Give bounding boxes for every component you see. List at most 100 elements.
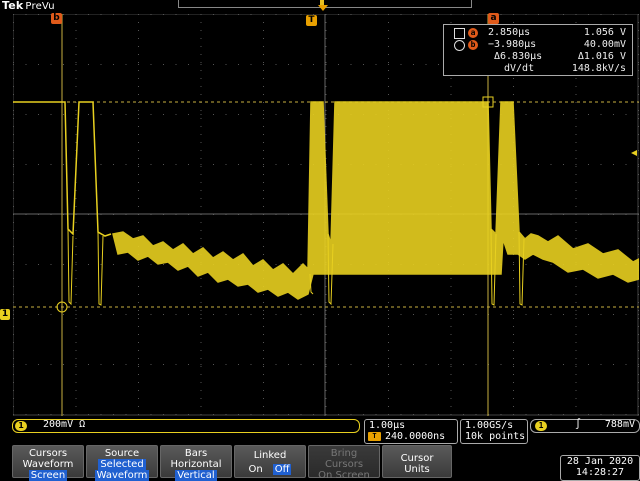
grid-dot xyxy=(263,246,264,247)
grid-dot xyxy=(263,350,264,351)
grid-dot xyxy=(138,310,139,311)
grid-dot xyxy=(388,286,389,287)
grid-dot xyxy=(288,64,289,65)
grid-dot xyxy=(388,14,389,15)
grid-dot xyxy=(175,64,177,65)
grid-dot xyxy=(638,238,639,239)
trigger-box[interactable]: 1 ∫ 788mV xyxy=(530,419,640,433)
grid-dot xyxy=(75,264,77,265)
button-label: Waveform xyxy=(22,459,74,470)
grid-dot xyxy=(200,334,202,335)
cursor-bars-button[interactable]: Bars Horizontal Vertical xyxy=(160,445,232,481)
grid-dot xyxy=(213,164,214,165)
grid-dot xyxy=(413,314,414,315)
grid-dot xyxy=(438,414,439,415)
grid-dot xyxy=(575,206,577,207)
grid-dot xyxy=(25,314,27,315)
grid-dot xyxy=(25,264,27,265)
grid-dot xyxy=(275,414,277,415)
grid-dot xyxy=(200,358,202,359)
cursor-a-marker[interactable]: a xyxy=(488,13,499,24)
grid-dot xyxy=(575,114,577,115)
grid-dot xyxy=(13,166,14,167)
grid-dot xyxy=(513,314,514,315)
grid-dot xyxy=(513,22,514,23)
grid-dot xyxy=(338,314,339,315)
grid-dot xyxy=(638,254,639,255)
grid-dot xyxy=(575,406,577,407)
grid-dot xyxy=(325,366,327,367)
grid-dot xyxy=(263,94,264,95)
grid-dot xyxy=(425,64,427,65)
grid-dot xyxy=(100,64,102,65)
trigger-marker[interactable]: T xyxy=(306,15,317,26)
grid-dot xyxy=(75,254,77,255)
grid-dot xyxy=(363,414,364,415)
grid-dot xyxy=(638,142,639,143)
grid-dot xyxy=(75,46,77,47)
grid-dot xyxy=(13,174,14,175)
grid-dot xyxy=(538,364,539,365)
grid-dot xyxy=(638,382,639,383)
grid-dot xyxy=(450,390,452,391)
grid-dot xyxy=(13,254,14,255)
grid-dot xyxy=(550,114,552,115)
grid-dot xyxy=(475,314,477,315)
timebase-box[interactable]: 1.00µs T 240.0000ns xyxy=(364,419,458,444)
grid-dot xyxy=(75,342,77,343)
grid-dot xyxy=(375,364,377,365)
grid-dot xyxy=(13,294,14,295)
grid-dot xyxy=(600,164,602,165)
grid-dot xyxy=(388,86,389,87)
grid-dot xyxy=(325,114,327,115)
bring-cursors-on-screen-button[interactable]: Bring Cursors On Screen xyxy=(308,445,380,481)
grid-dot xyxy=(200,366,202,367)
grid-dot xyxy=(63,14,64,15)
button-selected-option: Selected xyxy=(98,459,146,470)
grid-dot xyxy=(263,314,264,315)
grid-dot xyxy=(263,190,264,191)
grid-dot xyxy=(638,174,639,175)
ch1-scale-box[interactable]: 1 200mV Ω xyxy=(12,419,360,433)
grid-dot xyxy=(388,342,389,343)
grid-dot xyxy=(325,142,327,143)
trigger-delay-icon: T xyxy=(368,432,381,441)
grid-dot xyxy=(638,414,639,415)
grid-dot xyxy=(263,70,264,71)
cursor-units-button[interactable]: Cursor Units xyxy=(382,445,452,478)
grid-dot xyxy=(513,382,514,383)
grid-dot xyxy=(625,14,627,15)
grid-dot xyxy=(425,364,427,365)
grid-dot xyxy=(513,334,514,335)
grid-dot xyxy=(125,114,127,115)
grid-dot xyxy=(225,64,227,65)
grid-dot xyxy=(513,14,514,15)
grid-dot xyxy=(63,64,64,65)
grid-dot xyxy=(50,164,52,165)
grid-dot xyxy=(138,64,139,65)
grid-dot xyxy=(263,114,264,115)
grid-dot xyxy=(388,54,389,55)
grid-dot xyxy=(200,134,202,135)
grid-dot xyxy=(513,278,514,279)
grid-dot xyxy=(13,230,14,231)
grid-dot xyxy=(638,38,639,39)
cursor-source-button[interactable]: Source Selected Waveform xyxy=(86,445,158,481)
cursors-linked-button[interactable]: Linked On Off xyxy=(234,445,306,478)
grid-dot xyxy=(575,246,577,247)
grid-dot xyxy=(388,38,389,39)
grid-dot xyxy=(538,114,539,115)
grid-dot xyxy=(375,414,377,415)
grid-dot xyxy=(50,364,52,365)
grid-dot xyxy=(575,294,577,295)
ch1-ground-marker[interactable]: 1 xyxy=(0,309,10,320)
grid-dot xyxy=(13,14,14,15)
cursor-a-volt: 1.056 V xyxy=(583,27,626,38)
cursor-b-marker[interactable]: b xyxy=(51,13,62,24)
grid-dot xyxy=(388,398,389,399)
grid-dot xyxy=(638,150,639,151)
acquisition-box[interactable]: 1.00GS/s 10k points xyxy=(460,419,528,444)
cursors-mode-button[interactable]: Cursors Waveform Screen xyxy=(12,445,84,481)
grid-dot xyxy=(350,414,352,415)
grid-dot xyxy=(450,302,452,303)
